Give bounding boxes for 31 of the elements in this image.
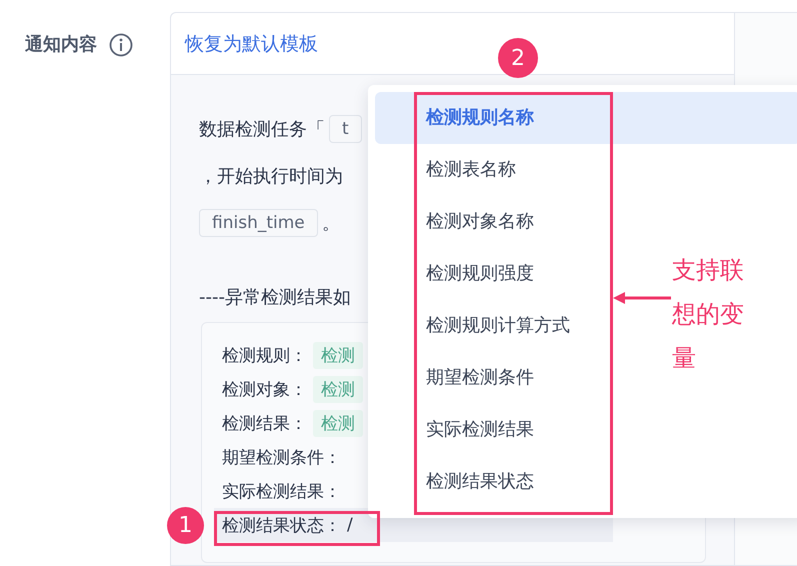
reset-template-link[interactable]: 恢复为默认模板 xyxy=(185,30,318,56)
dropdown-item[interactable]: 检测表名称 xyxy=(375,144,532,196)
template-text: 。 xyxy=(322,212,340,234)
dropdown-item[interactable]: 期望检测条件 xyxy=(375,352,550,404)
variable-chip: t xyxy=(329,114,362,142)
template-editor[interactable]: 恢复为默认模板 数据检测任务「 t ，开始执行时间为 finish_time 。 ----异常检测结果如 检测规则： 检测 检测对象： 检测 检测结果： 检测 期望检测条件： 实际检测结果： 检测结果状态： / 检测规则名称 检测表名称 检测对象名称 检测规则强度 检测规则计算方式 期望检测条件 实际检测结果 检测结果状态 1 2 支持联想的变量 xyxy=(170,12,797,566)
dropdown-item[interactable]: 检测结果状态 xyxy=(375,456,550,508)
number-badge: 2 xyxy=(498,38,538,78)
template-text: ，开始执行时间为 xyxy=(199,164,343,188)
result-value: / xyxy=(347,515,353,535)
result-label: 实际检测结果： xyxy=(222,480,341,502)
variable-chip: 检测 xyxy=(313,376,363,402)
result-label: 期望检测条件： xyxy=(222,446,341,468)
arrow xyxy=(613,291,671,305)
annotation-text: 支持联想的变量 xyxy=(672,255,745,374)
variable-chip: 检测 xyxy=(313,342,363,368)
dropdown-item[interactable]: 实际检测结果 xyxy=(375,404,550,456)
dropdown-item[interactable]: 检测对象名称 xyxy=(375,196,550,248)
variable-chip: 检测 xyxy=(313,410,363,436)
info-icon[interactable] xyxy=(109,33,133,57)
variable-chip: finish_time xyxy=(199,208,318,236)
dropdown-item[interactable]: 检测规则强度 xyxy=(375,248,550,300)
template-text: 数据检测任务「 xyxy=(199,118,325,140)
dropdown-item[interactable]: 检测规则计算方式 xyxy=(375,300,586,352)
result-label: 检测对象： xyxy=(222,378,307,400)
section-heading: ----异常检测结果如 xyxy=(199,286,351,310)
dropdown-item[interactable]: 检测规则名称 xyxy=(375,92,797,144)
field-label: 通知内容 xyxy=(25,33,97,57)
result-label: 检测规则： xyxy=(222,344,307,366)
result-label: 检测结果状态： xyxy=(222,514,341,536)
result-label: 检测结果： xyxy=(222,412,307,434)
